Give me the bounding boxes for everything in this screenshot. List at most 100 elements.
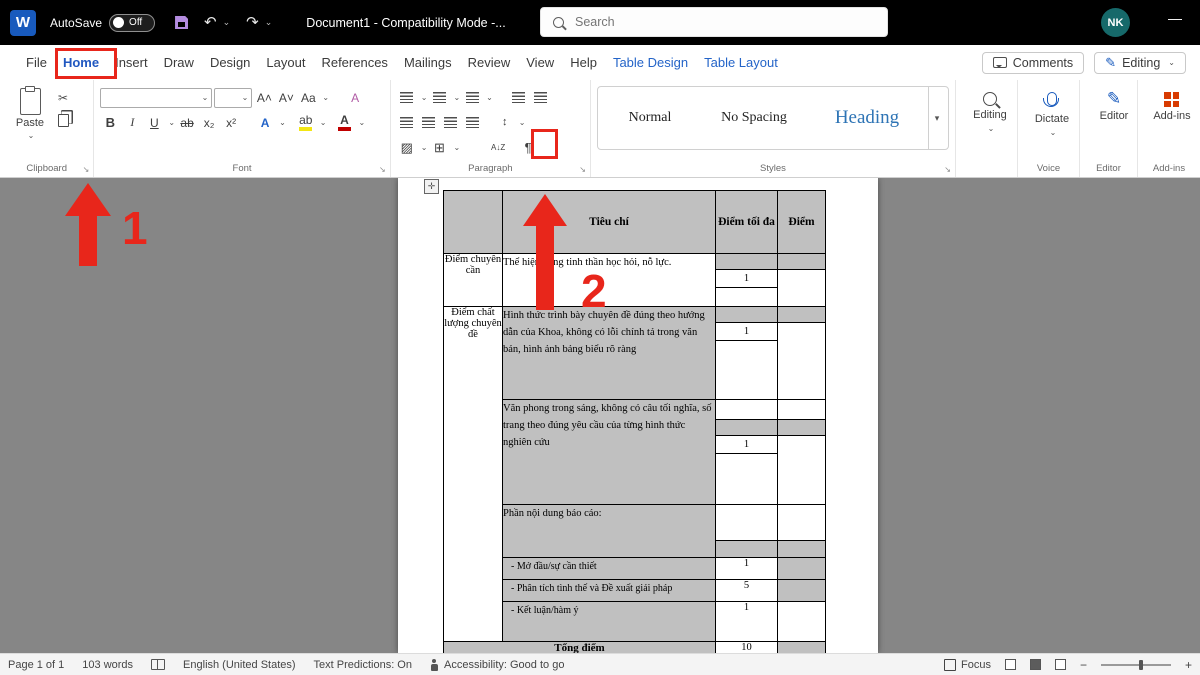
underline-button[interactable]: U <box>144 113 164 133</box>
search-input[interactable] <box>573 14 875 30</box>
tab-review[interactable]: Review <box>460 45 519 80</box>
editing-menu-button[interactable]: Editing ⌄ <box>962 85 1018 133</box>
align-left-button[interactable] <box>397 113 417 133</box>
page-indicator[interactable]: Page 1 of 1 <box>8 659 64 671</box>
max-score-cell[interactable]: 5 <box>716 580 778 602</box>
criteria-cell[interactable]: - Phân tích tình thế và Đề xuất giải phá… <box>503 580 716 602</box>
criteria-cell[interactable]: Hình thức trình bày chuyên đề đúng theo … <box>503 307 716 400</box>
increase-indent-button[interactable] <box>531 88 551 108</box>
redo-icon[interactable]: ↷ <box>246 15 259 30</box>
header-criteria[interactable]: Tiêu chí <box>503 191 716 254</box>
score-cell[interactable] <box>778 307 826 400</box>
max-score-cell[interactable]: 1 <box>716 558 778 580</box>
highlight-color-button[interactable]: ab <box>296 113 316 133</box>
table-move-handle-icon[interactable]: ✛ <box>424 179 439 194</box>
web-layout-icon[interactable] <box>1055 659 1066 670</box>
score-cell[interactable] <box>778 505 826 558</box>
zoom-in-button[interactable]: + <box>1185 658 1192 672</box>
search-box[interactable] <box>540 7 888 37</box>
font-name-input[interactable] <box>104 91 199 105</box>
style-no-spacing[interactable]: No Spacing <box>702 87 806 149</box>
criteria-cell[interactable]: - Mở đầu/sự cần thiết <box>503 558 716 580</box>
tab-draw[interactable]: Draw <box>156 45 202 80</box>
word-app-icon[interactable]: W <box>10 10 36 36</box>
tab-insert[interactable]: Insert <box>107 45 156 80</box>
font-name-combo[interactable]: ⌄ <box>100 88 212 108</box>
minimize-button[interactable]: — <box>1168 10 1182 26</box>
read-mode-icon[interactable] <box>1005 659 1016 670</box>
tab-table-design[interactable]: Table Design <box>605 45 696 80</box>
tab-table-layout[interactable]: Table Layout <box>696 45 786 80</box>
clear-formatting-button[interactable]: A <box>345 88 365 108</box>
tab-references[interactable]: References <box>313 45 395 80</box>
max-score-cell[interactable]: 1 <box>716 254 778 307</box>
styles-dialog-launcher-icon[interactable]: ↘ <box>944 165 951 174</box>
criteria-cell[interactable]: - Kết luận/hàm ý <box>503 602 716 642</box>
tab-mailings[interactable]: Mailings <box>396 45 460 80</box>
paste-button[interactable]: Paste ⌄ <box>6 85 54 140</box>
multilevel-list-button[interactable] <box>462 88 482 108</box>
tab-file[interactable]: File <box>18 45 55 80</box>
font-size-input[interactable] <box>218 91 239 105</box>
undo-icon[interactable]: ↶ <box>204 15 217 30</box>
decrease-indent-button[interactable] <box>509 88 529 108</box>
total-max-cell[interactable]: 10 <box>716 642 778 654</box>
text-effects-button[interactable]: A <box>255 113 275 133</box>
font-size-combo[interactable]: ⌄ <box>214 88 252 108</box>
align-center-button[interactable] <box>419 113 439 133</box>
zoom-slider[interactable] <box>1101 664 1171 666</box>
header-empty-cell[interactable] <box>444 191 503 254</box>
max-score-cell[interactable]: 1 <box>716 400 778 505</box>
criteria-cell[interactable]: Thể hiện đúng tinh thần học hỏi, nỗ lực. <box>503 254 716 307</box>
comments-button[interactable]: Comments <box>982 52 1084 74</box>
font-color-button[interactable]: A <box>334 113 354 133</box>
criteria-cell[interactable]: Phần nội dung báo cáo: <box>503 505 716 558</box>
max-score-cell[interactable]: 1 <box>716 602 778 642</box>
editor-button[interactable]: ✎ Editor <box>1086 85 1142 122</box>
copy-icon[interactable] <box>58 114 69 127</box>
label-quality[interactable]: Điểm chất lượng chuyên đề <box>444 307 503 642</box>
score-cell[interactable] <box>778 558 826 580</box>
show-formatting-marks-button[interactable]: ¶ <box>518 138 538 158</box>
toolbar-customize-chevron-icon[interactable]: ⌄ <box>265 17 273 28</box>
style-heading[interactable]: Heading <box>806 87 928 149</box>
bullets-button[interactable] <box>397 88 417 108</box>
tab-home[interactable]: Home <box>55 45 107 80</box>
criteria-cell[interactable]: Văn phong trong sáng, không có câu tối n… <box>503 400 716 505</box>
score-cell[interactable] <box>778 254 826 307</box>
undo-chevron-icon[interactable]: ⌄ <box>223 17 231 28</box>
tab-design[interactable]: Design <box>202 45 258 80</box>
language-indicator[interactable]: English (United States) <box>183 659 296 671</box>
total-score-cell[interactable] <box>778 642 826 654</box>
bold-button[interactable]: B <box>100 113 120 133</box>
header-score[interactable]: Điểm <box>778 191 826 254</box>
document-title[interactable]: Document1 - Compatibility Mode -... <box>306 16 505 30</box>
line-spacing-button[interactable]: ↕ <box>495 113 515 133</box>
style-normal[interactable]: Normal <box>598 87 702 149</box>
focus-button[interactable]: Focus <box>944 659 991 671</box>
header-max-score[interactable]: Điểm tối đa <box>716 191 778 254</box>
shading-button[interactable]: ▨ <box>397 138 417 158</box>
word-count[interactable]: 103 words <box>82 659 133 671</box>
tab-help[interactable]: Help <box>562 45 605 80</box>
max-score-cell[interactable]: 1 <box>716 307 778 400</box>
grow-font-button[interactable]: A˄ <box>254 88 274 108</box>
label-attendance[interactable]: Điểm chuyên cần <box>444 254 503 307</box>
tab-view[interactable]: View <box>518 45 562 80</box>
styles-more-button[interactable]: ▾ <box>928 87 945 149</box>
change-case-button[interactable]: Aa <box>298 88 318 108</box>
cut-icon[interactable]: ✂ <box>58 91 69 105</box>
tab-layout[interactable]: Layout <box>258 45 313 80</box>
sort-button[interactable]: A↓Z <box>488 138 508 158</box>
score-cell[interactable] <box>778 602 826 642</box>
borders-button[interactable]: ⊞ <box>429 138 449 158</box>
zoom-out-button[interactable]: − <box>1080 658 1087 672</box>
dictate-button[interactable]: Dictate ⌄ <box>1024 85 1080 137</box>
numbering-button[interactable] <box>429 88 449 108</box>
justify-button[interactable] <box>463 113 483 133</box>
shrink-font-button[interactable]: A˅ <box>276 88 296 108</box>
paragraph-dialog-launcher-icon[interactable]: ↘ <box>579 165 586 174</box>
addins-button[interactable]: Add-ins <box>1144 85 1200 122</box>
autosave-toggle[interactable]: Off <box>109 14 155 32</box>
save-icon[interactable] <box>175 16 188 29</box>
